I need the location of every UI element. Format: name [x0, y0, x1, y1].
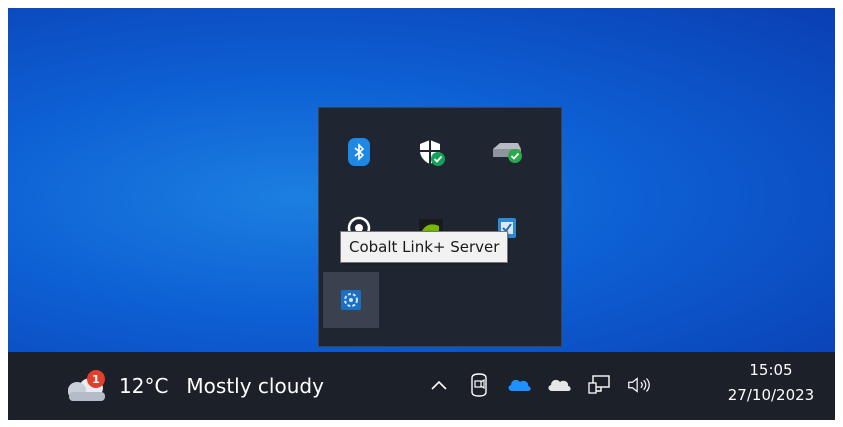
system-tray — [426, 372, 652, 398]
onedrive-personal-icon[interactable] — [546, 372, 572, 398]
clock-date: 27/10/2023 — [727, 386, 815, 404]
taskbar: 1 12°C Mostly cloudy 15:05 27/10/2023 — [8, 352, 835, 420]
windows-security-icon[interactable] — [411, 132, 451, 172]
bluetooth-icon[interactable] — [339, 132, 379, 172]
bluetooth-badge — [348, 138, 370, 166]
taskbar-clock[interactable]: 15:05 27/10/2023 — [715, 358, 827, 408]
notification-badge: 1 — [87, 370, 105, 388]
weather-condition: Mostly cloudy — [186, 374, 324, 398]
cobalt-link-server-icon[interactable] — [323, 272, 379, 328]
safely-remove-hardware-icon[interactable] — [487, 132, 527, 172]
network-icon[interactable] — [586, 372, 612, 398]
tray-tooltip: Cobalt Link+ Server — [340, 231, 509, 263]
weather-widget[interactable]: 1 12°C Mostly cloudy — [65, 362, 324, 410]
volume-icon[interactable] — [626, 372, 652, 398]
cloud-icon: 1 — [65, 366, 109, 406]
meet-now-icon[interactable] — [466, 372, 492, 398]
show-hidden-icons-chevron[interactable] — [426, 372, 452, 398]
onedrive-icon[interactable] — [506, 372, 532, 398]
weather-temperature: 12°C — [119, 374, 169, 398]
tray-overflow-flyout — [318, 107, 562, 347]
clock-time: 15:05 — [749, 361, 793, 379]
